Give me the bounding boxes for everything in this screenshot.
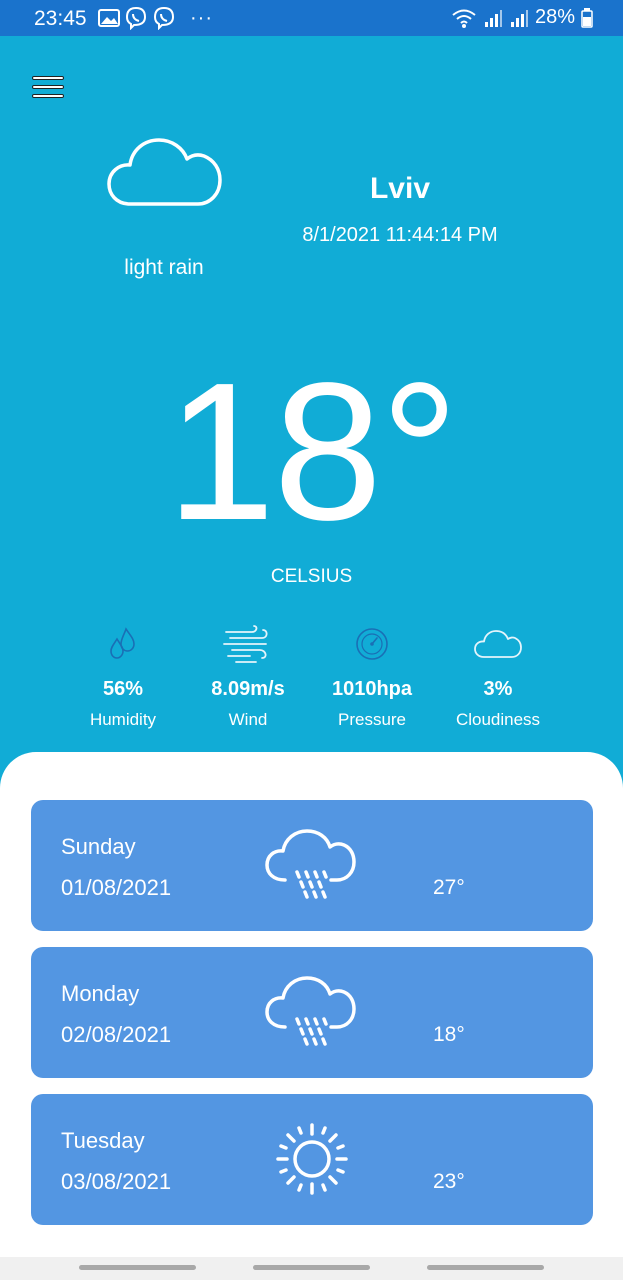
- forecast-day: Tuesday: [61, 1128, 145, 1153]
- forecast-day: Sunday: [61, 834, 136, 859]
- forecast-card-sunday[interactable]: Sunday 01/08/2021 27°: [31, 800, 593, 931]
- cloudiness-label: Cloudiness: [455, 710, 541, 729]
- wind-icon: [223, 625, 268, 663]
- notification-icons: ···: [98, 6, 213, 30]
- nav-home-button[interactable]: [253, 1265, 370, 1270]
- forecast-temperature: 27°: [433, 876, 465, 899]
- stat-cloudiness: 3% Cloudiness: [428, 622, 568, 730]
- forecast-temperature: 18°: [433, 1023, 465, 1046]
- pressure-label: Pressure: [337, 710, 407, 729]
- pressure-value: 1010hpa: [331, 678, 413, 700]
- condition-text: light rain: [124, 256, 204, 279]
- humidity-label: Humidity: [89, 710, 157, 729]
- navigation-bar: [0, 1257, 623, 1280]
- cloudiness-value: 3%: [483, 678, 513, 700]
- humidity-value: 56%: [102, 678, 144, 700]
- forecast-date: 01/08/2021: [61, 875, 172, 900]
- forecast-card-monday[interactable]: Monday 02/08/2021 18°: [31, 947, 593, 1078]
- viber-icon: [153, 6, 175, 30]
- viber-icon: [125, 6, 147, 30]
- sun-icon: [276, 1123, 348, 1195]
- forecast-card-tuesday[interactable]: Tuesday 03/08/2021 23°: [31, 1094, 593, 1225]
- status-time: 23:45: [34, 7, 87, 30]
- more-icon: ···: [190, 6, 213, 29]
- gallery-icon: [98, 9, 120, 27]
- humidity-icon: [110, 627, 135, 659]
- pressure-icon: [356, 628, 388, 660]
- battery-icon: [581, 7, 593, 28]
- signal-icon: [484, 9, 502, 27]
- nav-back-button[interactable]: [427, 1265, 544, 1270]
- forecast-date: 02/08/2021: [61, 1022, 172, 1047]
- temperature-unit: CELSIUS: [270, 566, 353, 587]
- rain-cloud-icon: [265, 829, 356, 899]
- status-bar: 23:45 ··· 28%: [0, 0, 623, 36]
- forecast-date: 03/08/2021: [61, 1169, 172, 1194]
- stat-pressure: 1010hpa Pressure: [302, 622, 442, 730]
- cloudiness-icon: [474, 630, 522, 658]
- wind-value: 8.09m/s: [211, 678, 285, 700]
- system-icons: 28%: [451, 6, 593, 29]
- current-temperature: 18°: [166, 342, 458, 561]
- wifi-icon: [452, 9, 476, 28]
- wind-label: Wind: [228, 710, 268, 729]
- stat-wind: 8.09m/s Wind: [178, 622, 318, 730]
- forecast-day: Monday: [61, 981, 140, 1006]
- battery-percentage: 28%: [534, 6, 575, 28]
- nav-recents-button[interactable]: [79, 1265, 196, 1270]
- signal-icon: [510, 9, 528, 27]
- rain-cloud-icon: [265, 976, 356, 1046]
- menu-button[interactable]: [30, 74, 66, 102]
- current-weather-panel: light rain Lviv 8/1/2021 11:44:14 PM 18°…: [0, 36, 623, 796]
- date-time: 8/1/2021 11:44:14 PM: [302, 224, 498, 246]
- cloud-icon: [107, 138, 222, 206]
- city-name: Lviv: [369, 172, 431, 205]
- forecast-temperature: 23°: [433, 1170, 465, 1193]
- stat-humidity: 56% Humidity: [53, 622, 193, 730]
